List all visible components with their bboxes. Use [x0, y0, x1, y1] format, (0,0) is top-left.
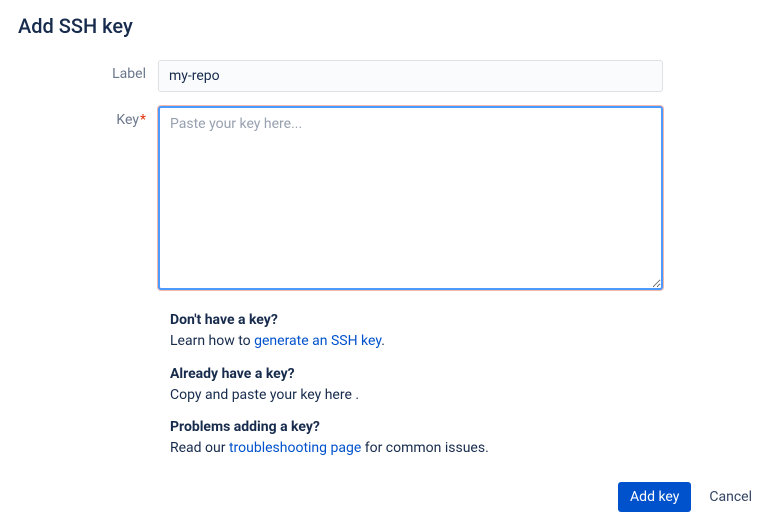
help-no-key: Don't have a key? Learn how to generate … [170, 312, 675, 352]
label-row: Label [18, 60, 752, 92]
page-title: Add SSH key [18, 14, 752, 38]
button-row: Add key Cancel [618, 482, 752, 512]
help-have-key-text: Copy and paste your key here . [170, 386, 675, 406]
generate-ssh-key-link[interactable]: generate an SSH key [254, 333, 381, 349]
label-field-label: Label [18, 60, 158, 82]
key-row: Key* [18, 106, 752, 294]
add-key-button[interactable]: Add key [618, 482, 691, 512]
label-input[interactable] [158, 60, 663, 92]
cancel-button[interactable]: Cancel [709, 489, 752, 505]
help-block: Don't have a key? Learn how to generate … [170, 312, 675, 459]
help-no-key-text: Learn how to generate an SSH key. [170, 332, 675, 352]
help-no-key-heading: Don't have a key? [170, 312, 675, 328]
key-field-label: Key* [18, 106, 158, 128]
troubleshooting-link[interactable]: troubleshooting page [229, 440, 361, 456]
required-mark: * [140, 112, 146, 128]
help-have-key: Already have a key? Copy and paste your … [170, 366, 675, 406]
key-textarea[interactable] [158, 106, 663, 290]
help-have-key-heading: Already have a key? [170, 366, 675, 382]
help-problems: Problems adding a key? Read our troubles… [170, 419, 675, 459]
help-problems-text: Read our troubleshooting page for common… [170, 439, 675, 459]
help-problems-heading: Problems adding a key? [170, 419, 675, 435]
